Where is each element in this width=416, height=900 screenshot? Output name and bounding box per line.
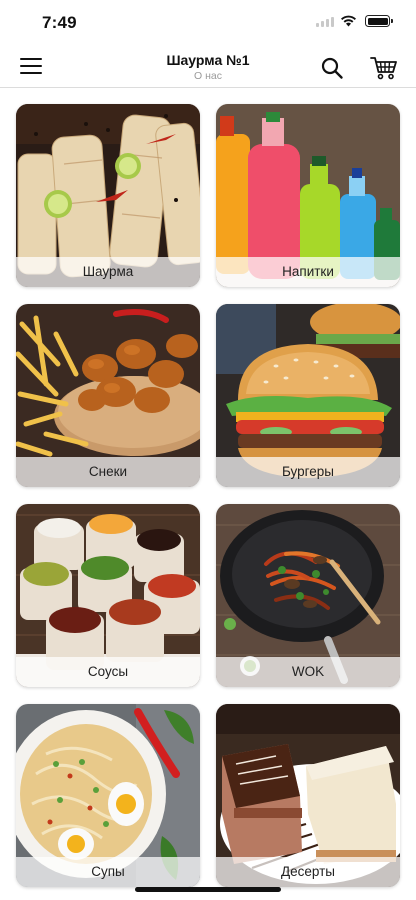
home-indicator[interactable] <box>135 887 281 892</box>
status-icons <box>316 15 393 27</box>
navigation-bar: Шаурма №1 О нас <box>0 46 416 88</box>
category-label: Десерты <box>216 857 400 887</box>
category-card-wok[interactable]: WOK <box>216 504 400 687</box>
category-label: Соусы <box>16 657 200 687</box>
category-card-shawarma[interactable]: Шаурма <box>16 104 200 287</box>
status-time: 7:49 <box>42 13 77 32</box>
category-card-snacks[interactable]: Снеки <box>16 304 200 487</box>
search-icon <box>321 57 343 79</box>
category-card-soups[interactable]: Супы <box>16 704 200 887</box>
category-label: Супы <box>16 857 200 887</box>
cart-button[interactable] <box>370 55 398 81</box>
page-title: Шаурма №1 <box>166 52 250 68</box>
wifi-icon <box>341 15 356 27</box>
category-card-drinks[interactable]: Напитки <box>216 104 400 287</box>
category-label: WOK <box>216 657 400 687</box>
about-link[interactable]: О нас <box>108 70 308 82</box>
cellular-signal-icon <box>316 16 334 27</box>
header-title-block: Шаурма №1 О нас <box>108 52 308 82</box>
category-card-sauces[interactable]: Соусы <box>16 504 200 687</box>
category-label: Шаурма <box>16 257 200 287</box>
category-label: Снеки <box>16 457 200 487</box>
search-button[interactable] <box>320 56 344 80</box>
hamburger-menu-icon <box>20 58 42 74</box>
battery-icon <box>365 15 393 27</box>
menu-button[interactable] <box>20 58 42 76</box>
category-grid: Шаурма Напитки Снеки Бургеры Соусы WOK С… <box>16 104 400 887</box>
category-card-burgers[interactable]: Бургеры <box>216 304 400 487</box>
category-label: Напитки <box>216 257 400 287</box>
category-label: Бургеры <box>216 457 400 487</box>
shopping-cart-icon <box>370 57 397 80</box>
status-bar: 7:49 <box>0 0 416 46</box>
category-card-desserts[interactable]: Десерты <box>216 704 400 887</box>
